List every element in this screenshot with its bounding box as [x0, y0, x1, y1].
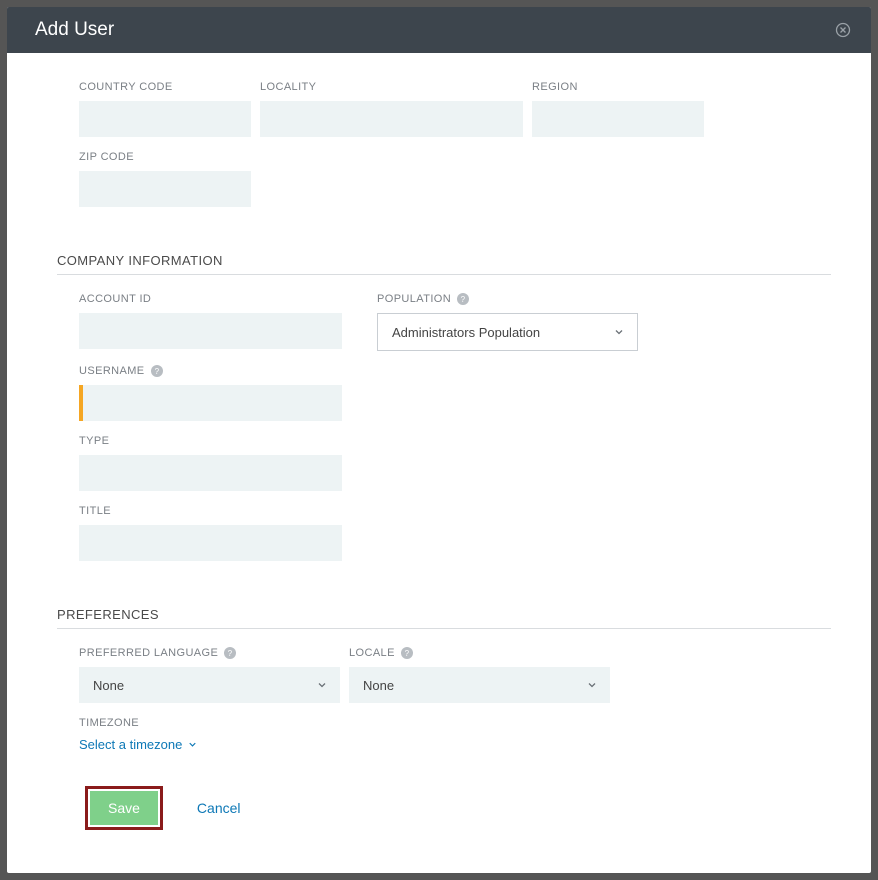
locality-input[interactable]: [260, 101, 523, 137]
help-icon[interactable]: ?: [401, 647, 413, 659]
save-highlight: Save: [85, 786, 163, 830]
type-label: TYPE: [79, 435, 342, 447]
country-code-input[interactable]: [79, 101, 251, 137]
cancel-button[interactable]: Cancel: [191, 799, 247, 817]
region-input[interactable]: [532, 101, 704, 137]
svg-text:?: ?: [461, 295, 466, 304]
svg-text:?: ?: [154, 367, 159, 376]
help-icon[interactable]: ?: [224, 647, 236, 659]
account-id-label: ACCOUNT ID: [79, 293, 342, 305]
timezone-link-text: Select a timezone: [79, 737, 182, 752]
save-button[interactable]: Save: [90, 791, 158, 825]
username-label: USERNAME: [79, 365, 145, 377]
chevron-down-icon: [187, 739, 198, 750]
locale-select[interactable]: None: [349, 667, 610, 703]
population-selected: Administrators Population: [392, 325, 540, 340]
title-label: TITLE: [79, 505, 342, 517]
username-input[interactable]: [79, 385, 342, 421]
select-timezone-link[interactable]: Select a timezone: [79, 737, 198, 752]
svg-text:?: ?: [228, 649, 233, 658]
preferred-language-value: None: [93, 678, 124, 693]
preferred-language-select[interactable]: None: [79, 667, 340, 703]
locale-label: LOCALE: [349, 647, 395, 659]
locale-value: None: [363, 678, 394, 693]
close-icon[interactable]: [835, 22, 851, 38]
modal-body: COUNTRY CODE LOCALITY REGION ZIP CODE: [7, 53, 871, 873]
modal-title: Add User: [35, 19, 114, 41]
locality-label: LOCALITY: [260, 81, 523, 93]
population-select[interactable]: Administrators Population: [377, 313, 638, 351]
zip-code-input[interactable]: [79, 171, 251, 207]
population-label: POPULATION: [377, 293, 451, 305]
modal-footer: Save Cancel: [57, 766, 831, 858]
account-id-input[interactable]: [79, 313, 342, 349]
preferences-section-title: PREFERENCES: [57, 607, 831, 629]
country-code-label: COUNTRY CODE: [79, 81, 251, 93]
add-user-modal: Add User COUNTRY CODE LOCALITY: [7, 7, 871, 873]
title-input[interactable]: [79, 525, 342, 561]
required-marker: [79, 385, 83, 421]
help-icon[interactable]: ?: [457, 293, 469, 305]
zip-code-label: ZIP CODE: [79, 151, 251, 163]
chevron-down-icon: [586, 679, 598, 691]
chevron-down-icon: [316, 679, 328, 691]
help-icon[interactable]: ?: [151, 365, 163, 377]
company-section-title: COMPANY INFORMATION: [57, 253, 831, 275]
svg-text:?: ?: [404, 649, 409, 658]
chevron-down-icon: [613, 326, 625, 338]
region-label: REGION: [532, 81, 704, 93]
modal-header: Add User: [7, 7, 871, 53]
preferred-language-label: PREFERRED LANGUAGE: [79, 647, 218, 659]
timezone-label: TIMEZONE: [79, 717, 198, 729]
type-input[interactable]: [79, 455, 342, 491]
